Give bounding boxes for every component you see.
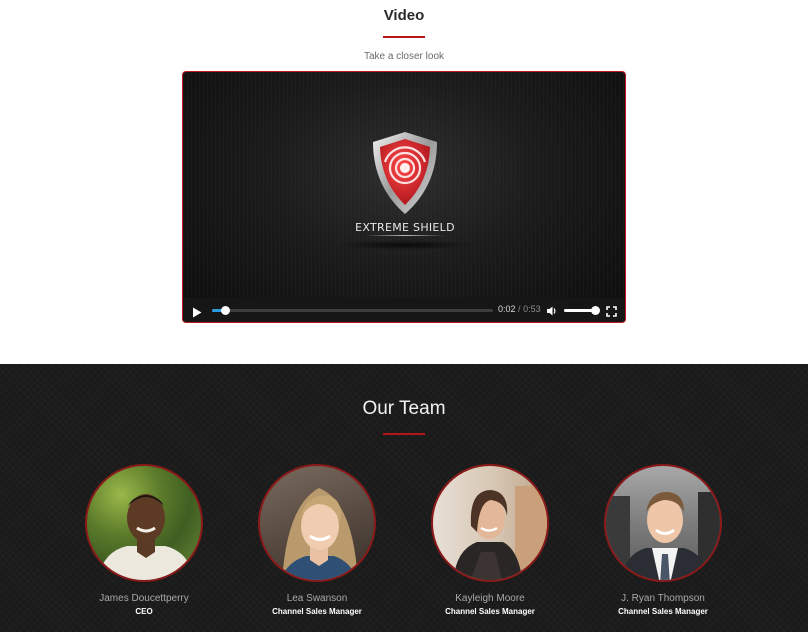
progress-handle[interactable] bbox=[221, 306, 230, 315]
team-member-card: Lea Swanson Channel Sales Manager bbox=[257, 464, 377, 616]
title-divider bbox=[383, 433, 425, 435]
video-controls: 0:02 / 0:53 bbox=[183, 298, 625, 322]
member-name: J. Ryan Thompson bbox=[621, 593, 705, 604]
member-name: Kayleigh Moore bbox=[455, 593, 525, 604]
team-section-title: Our Team bbox=[362, 398, 446, 419]
member-role: CEO bbox=[135, 607, 153, 616]
team-section: Our Team James Doucettperry CEO Lea Swan… bbox=[0, 364, 808, 632]
progress-bar[interactable] bbox=[212, 306, 493, 315]
video-subtitle: Take a closer look bbox=[363, 51, 445, 62]
time-display: 0:02 / 0:53 bbox=[498, 304, 541, 314]
volume-icon[interactable] bbox=[546, 304, 558, 316]
current-time: 0:02 bbox=[498, 304, 516, 314]
video-section-title: Video bbox=[383, 7, 425, 24]
video-player[interactable]: EXTREME SHIELD 0:02 / 0:53 bbox=[182, 71, 626, 323]
time-separator: / bbox=[518, 304, 521, 314]
member-role: Channel Sales Manager bbox=[272, 607, 362, 616]
team-member-card: James Doucettperry CEO bbox=[84, 464, 204, 616]
avatar bbox=[604, 464, 722, 582]
avatar bbox=[258, 464, 376, 582]
play-icon[interactable] bbox=[192, 305, 202, 318]
member-role: Channel Sales Manager bbox=[618, 607, 708, 616]
team-member-card: Kayleigh Moore Channel Sales Manager bbox=[430, 464, 550, 616]
volume-slider[interactable] bbox=[564, 306, 600, 315]
duration: 0:53 bbox=[523, 304, 541, 314]
shield-logo-icon bbox=[369, 130, 441, 216]
video-section: Video Take a closer look EXTREME SHIELD … bbox=[0, 0, 808, 364]
team-member-card: J. Ryan Thompson Channel Sales Manager bbox=[603, 464, 723, 616]
fullscreen-icon[interactable] bbox=[606, 304, 617, 317]
title-divider bbox=[383, 36, 425, 38]
avatar bbox=[431, 464, 549, 582]
brand-text: EXTREME SHIELD bbox=[355, 221, 455, 234]
member-name: James Doucettperry bbox=[99, 593, 189, 604]
avatar bbox=[85, 464, 203, 582]
volume-handle[interactable] bbox=[591, 306, 600, 315]
member-role: Channel Sales Manager bbox=[445, 607, 535, 616]
member-name: Lea Swanson bbox=[286, 593, 348, 604]
